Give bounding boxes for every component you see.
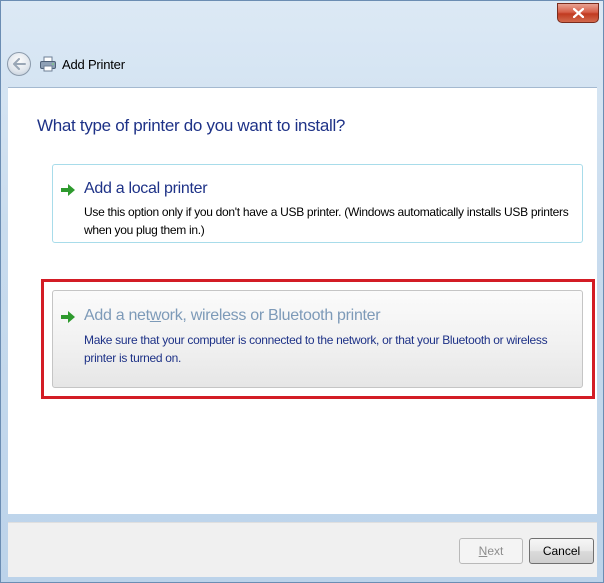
back-arrow-icon — [13, 58, 26, 70]
green-arrow-icon — [61, 184, 75, 196]
option-title: Add a network, wireless or Bluetooth pri… — [84, 307, 381, 325]
window-title: Add Printer — [62, 56, 125, 72]
green-arrow-icon — [61, 311, 75, 323]
wizard-footer: Next Cancel — [8, 522, 597, 577]
close-button[interactable] — [557, 3, 599, 23]
option-title: Add a local printer — [84, 180, 208, 197]
option-description: Make sure that your computer is connecte… — [84, 333, 548, 365]
option-description: Use this option only if you don't have a… — [84, 205, 569, 237]
next-button[interactable]: Next — [459, 538, 523, 564]
next-button-accelerator: N — [478, 544, 488, 558]
close-icon — [573, 8, 584, 18]
wizard-content: What type of printer do you want to inst… — [8, 87, 597, 514]
add-local-printer-option[interactable]: Add a local printer Use this option only… — [52, 164, 583, 243]
add-printer-window: Add Printer What type of printer do you … — [0, 0, 604, 583]
cancel-button[interactable]: Cancel — [529, 538, 594, 564]
page-heading: What type of printer do you want to inst… — [37, 116, 346, 135]
back-button[interactable] — [7, 52, 31, 76]
option-title-start: Add a net — [84, 307, 150, 324]
add-network-printer-option[interactable]: Add a network, wireless or Bluetooth pri… — [52, 290, 583, 388]
option-title-accelerator: w — [149, 307, 162, 324]
printer-icon — [40, 56, 56, 72]
title-bar: Add Printer — [7, 49, 407, 79]
option-title-end: ork, wireless or Bluetooth printer — [161, 307, 381, 324]
next-button-label-end: ext — [487, 544, 504, 558]
